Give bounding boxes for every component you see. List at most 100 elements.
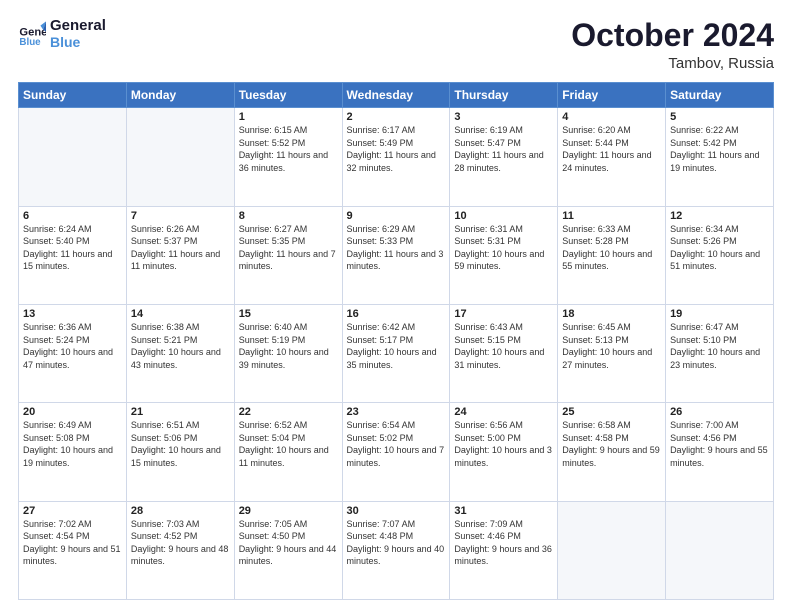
calendar-cell: 24Sunrise: 6:56 AM Sunset: 5:00 PM Dayli… (450, 403, 558, 501)
day-number: 9 (347, 210, 446, 222)
calendar-cell: 22Sunrise: 6:52 AM Sunset: 5:04 PM Dayli… (234, 403, 342, 501)
day-info: Sunrise: 6:47 AM Sunset: 5:10 PM Dayligh… (670, 321, 769, 371)
day-info: Sunrise: 6:49 AM Sunset: 5:08 PM Dayligh… (23, 419, 122, 469)
calendar-cell: 30Sunrise: 7:07 AM Sunset: 4:48 PM Dayli… (342, 501, 450, 599)
calendar-cell: 11Sunrise: 6:33 AM Sunset: 5:28 PM Dayli… (558, 206, 666, 304)
day-number: 10 (454, 210, 553, 222)
day-number: 11 (562, 210, 661, 222)
day-info: Sunrise: 7:05 AM Sunset: 4:50 PM Dayligh… (239, 518, 338, 568)
calendar-cell: 2Sunrise: 6:17 AM Sunset: 5:49 PM Daylig… (342, 108, 450, 206)
logo-general: General (50, 18, 106, 35)
day-info: Sunrise: 6:15 AM Sunset: 5:52 PM Dayligh… (239, 124, 338, 174)
calendar-cell: 9Sunrise: 6:29 AM Sunset: 5:33 PM Daylig… (342, 206, 450, 304)
day-number: 27 (23, 505, 122, 517)
day-info: Sunrise: 6:17 AM Sunset: 5:49 PM Dayligh… (347, 124, 446, 174)
day-number: 26 (670, 406, 769, 418)
calendar-cell: 4Sunrise: 6:20 AM Sunset: 5:44 PM Daylig… (558, 108, 666, 206)
calendar-cell: 14Sunrise: 6:38 AM Sunset: 5:21 PM Dayli… (126, 304, 234, 402)
header-friday: Friday (558, 83, 666, 108)
header-saturday: Saturday (666, 83, 774, 108)
day-number: 31 (454, 505, 553, 517)
day-number: 6 (23, 210, 122, 222)
calendar-cell: 26Sunrise: 7:00 AM Sunset: 4:56 PM Dayli… (666, 403, 774, 501)
day-info: Sunrise: 7:09 AM Sunset: 4:46 PM Dayligh… (454, 518, 553, 568)
day-number: 12 (670, 210, 769, 222)
calendar-cell: 18Sunrise: 6:45 AM Sunset: 5:13 PM Dayli… (558, 304, 666, 402)
day-number: 28 (131, 505, 230, 517)
calendar-week-2: 13Sunrise: 6:36 AM Sunset: 5:24 PM Dayli… (19, 304, 774, 402)
day-info: Sunrise: 7:07 AM Sunset: 4:48 PM Dayligh… (347, 518, 446, 568)
day-number: 24 (454, 406, 553, 418)
calendar-cell: 7Sunrise: 6:26 AM Sunset: 5:37 PM Daylig… (126, 206, 234, 304)
day-number: 20 (23, 406, 122, 418)
day-number: 15 (239, 308, 338, 320)
calendar-week-3: 20Sunrise: 6:49 AM Sunset: 5:08 PM Dayli… (19, 403, 774, 501)
day-info: Sunrise: 7:00 AM Sunset: 4:56 PM Dayligh… (670, 419, 769, 469)
day-number: 29 (239, 505, 338, 517)
day-number: 19 (670, 308, 769, 320)
calendar-cell (558, 501, 666, 599)
page-header: General Blue General Blue October 2024 T… (18, 18, 774, 72)
logo: General Blue General Blue (18, 18, 106, 50)
day-number: 7 (131, 210, 230, 222)
day-number: 21 (131, 406, 230, 418)
day-info: Sunrise: 6:19 AM Sunset: 5:47 PM Dayligh… (454, 124, 553, 174)
day-info: Sunrise: 6:56 AM Sunset: 5:00 PM Dayligh… (454, 419, 553, 469)
calendar-page: General Blue General Blue October 2024 T… (0, 0, 792, 612)
calendar-cell: 27Sunrise: 7:02 AM Sunset: 4:54 PM Dayli… (19, 501, 127, 599)
day-number: 22 (239, 406, 338, 418)
day-info: Sunrise: 6:31 AM Sunset: 5:31 PM Dayligh… (454, 223, 553, 273)
day-number: 8 (239, 210, 338, 222)
month-title: October 2024 (571, 18, 774, 53)
day-info: Sunrise: 6:27 AM Sunset: 5:35 PM Dayligh… (239, 223, 338, 273)
day-info: Sunrise: 6:51 AM Sunset: 5:06 PM Dayligh… (131, 419, 230, 469)
day-info: Sunrise: 6:43 AM Sunset: 5:15 PM Dayligh… (454, 321, 553, 371)
day-info: Sunrise: 6:45 AM Sunset: 5:13 PM Dayligh… (562, 321, 661, 371)
day-number: 30 (347, 505, 446, 517)
day-info: Sunrise: 6:40 AM Sunset: 5:19 PM Dayligh… (239, 321, 338, 371)
calendar-week-0: 1Sunrise: 6:15 AM Sunset: 5:52 PM Daylig… (19, 108, 774, 206)
day-info: Sunrise: 7:03 AM Sunset: 4:52 PM Dayligh… (131, 518, 230, 568)
day-number: 3 (454, 111, 553, 123)
calendar-cell (126, 108, 234, 206)
day-number: 2 (347, 111, 446, 123)
day-info: Sunrise: 6:29 AM Sunset: 5:33 PM Dayligh… (347, 223, 446, 273)
header-wednesday: Wednesday (342, 83, 450, 108)
day-info: Sunrise: 6:20 AM Sunset: 5:44 PM Dayligh… (562, 124, 661, 174)
weekday-header-row: Sunday Monday Tuesday Wednesday Thursday… (19, 83, 774, 108)
calendar-cell: 8Sunrise: 6:27 AM Sunset: 5:35 PM Daylig… (234, 206, 342, 304)
day-number: 4 (562, 111, 661, 123)
day-info: Sunrise: 6:33 AM Sunset: 5:28 PM Dayligh… (562, 223, 661, 273)
calendar-cell: 15Sunrise: 6:40 AM Sunset: 5:19 PM Dayli… (234, 304, 342, 402)
calendar-cell: 31Sunrise: 7:09 AM Sunset: 4:46 PM Dayli… (450, 501, 558, 599)
title-block: October 2024 Tambov, Russia (571, 18, 774, 72)
calendar-cell: 3Sunrise: 6:19 AM Sunset: 5:47 PM Daylig… (450, 108, 558, 206)
calendar-cell: 10Sunrise: 6:31 AM Sunset: 5:31 PM Dayli… (450, 206, 558, 304)
calendar-cell (666, 501, 774, 599)
calendar-cell: 19Sunrise: 6:47 AM Sunset: 5:10 PM Dayli… (666, 304, 774, 402)
day-info: Sunrise: 7:02 AM Sunset: 4:54 PM Dayligh… (23, 518, 122, 568)
svg-text:Blue: Blue (19, 37, 41, 48)
calendar-cell: 28Sunrise: 7:03 AM Sunset: 4:52 PM Dayli… (126, 501, 234, 599)
header-thursday: Thursday (450, 83, 558, 108)
day-info: Sunrise: 6:26 AM Sunset: 5:37 PM Dayligh… (131, 223, 230, 273)
day-info: Sunrise: 6:36 AM Sunset: 5:24 PM Dayligh… (23, 321, 122, 371)
logo-icon: General Blue (18, 20, 46, 48)
calendar-cell: 20Sunrise: 6:49 AM Sunset: 5:08 PM Dayli… (19, 403, 127, 501)
calendar-week-1: 6Sunrise: 6:24 AM Sunset: 5:40 PM Daylig… (19, 206, 774, 304)
calendar-cell: 6Sunrise: 6:24 AM Sunset: 5:40 PM Daylig… (19, 206, 127, 304)
day-info: Sunrise: 6:24 AM Sunset: 5:40 PM Dayligh… (23, 223, 122, 273)
calendar-cell: 25Sunrise: 6:58 AM Sunset: 4:58 PM Dayli… (558, 403, 666, 501)
calendar-cell: 12Sunrise: 6:34 AM Sunset: 5:26 PM Dayli… (666, 206, 774, 304)
day-info: Sunrise: 6:34 AM Sunset: 5:26 PM Dayligh… (670, 223, 769, 273)
day-info: Sunrise: 6:52 AM Sunset: 5:04 PM Dayligh… (239, 419, 338, 469)
day-info: Sunrise: 6:42 AM Sunset: 5:17 PM Dayligh… (347, 321, 446, 371)
logo-blue: Blue (50, 35, 106, 50)
day-number: 13 (23, 308, 122, 320)
day-number: 16 (347, 308, 446, 320)
day-number: 14 (131, 308, 230, 320)
day-number: 1 (239, 111, 338, 123)
calendar-week-4: 27Sunrise: 7:02 AM Sunset: 4:54 PM Dayli… (19, 501, 774, 599)
calendar-table: Sunday Monday Tuesday Wednesday Thursday… (18, 82, 774, 600)
calendar-cell: 5Sunrise: 6:22 AM Sunset: 5:42 PM Daylig… (666, 108, 774, 206)
